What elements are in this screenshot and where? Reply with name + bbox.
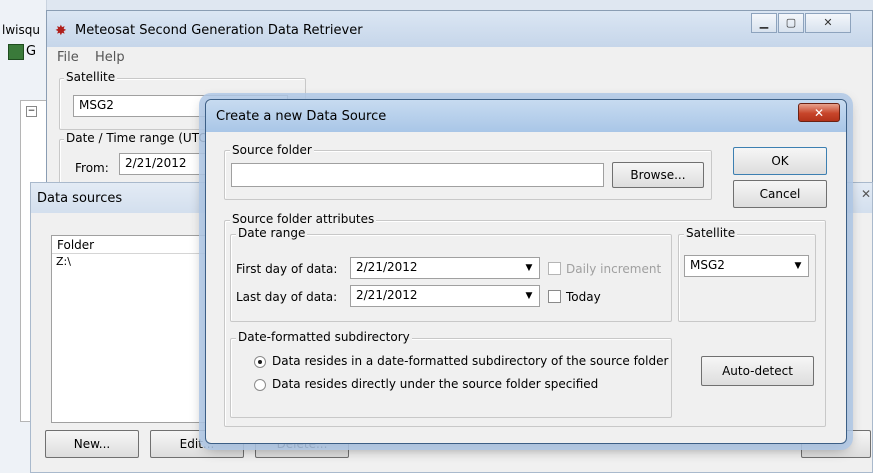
daily-increment-label: Daily increment (566, 262, 662, 276)
subdirectory-group-label: Date-formatted subdirectory (236, 330, 412, 344)
chevron-down-icon[interactable]: ▼ (521, 260, 537, 276)
main-window-title: Meteosat Second Generation Data Retrieve… (75, 23, 363, 38)
dialog-satellite-select[interactable]: MSG2 ▼ (684, 255, 809, 277)
first-day-label: First day of data: (236, 262, 338, 276)
cancel-button[interactable]: Cancel (733, 180, 827, 208)
main-title-bar: ✸ Meteosat Second Generation Data Retrie… (47, 11, 872, 47)
radio-date-subdirectory[interactable] (254, 356, 266, 368)
data-sources-close-icon[interactable]: ✕ (859, 184, 873, 204)
source-folder-input[interactable] (231, 163, 604, 187)
menu-file[interactable]: File (57, 50, 79, 65)
radio-date-subdirectory-label: Data resides in a date-formatted subdire… (272, 354, 669, 368)
satellite-group-label: Satellite (64, 70, 118, 84)
maximize-button[interactable]: ▢ (778, 13, 804, 33)
chevron-down-icon[interactable]: ▼ (790, 258, 806, 274)
collapse-icon[interactable]: − (26, 106, 37, 117)
list-item[interactable]: Z:\ (56, 255, 71, 268)
radio-direct-folder[interactable] (254, 379, 266, 391)
today-checkbox[interactable] (548, 290, 561, 303)
close-button[interactable]: ✕ (805, 13, 851, 33)
dialog-satellite-value: MSG2 (690, 258, 725, 272)
attributes-group-label: Source folder attributes (230, 212, 377, 226)
menu-help[interactable]: Help (95, 50, 125, 65)
datetime-group-label: Date / Time range (UTC) (64, 131, 214, 145)
date-range-group-label: Date range (236, 226, 308, 240)
auto-detect-button[interactable]: Auto-detect (701, 356, 814, 386)
last-day-value: 2/21/2012 (356, 288, 418, 302)
first-day-value: 2/21/2012 (356, 260, 418, 274)
last-day-label: Last day of data: (236, 290, 338, 304)
dialog-close-button[interactable]: ✕ (798, 103, 840, 122)
satellite-app-icon: ✸ (55, 23, 67, 39)
dialog-title: Create a new Data Source (216, 109, 387, 124)
browse-button[interactable]: Browse... (612, 162, 704, 188)
dialog-satellite-group (678, 234, 816, 322)
data-sources-title: Data sources (37, 191, 123, 206)
menu-bar: File Help (47, 48, 872, 68)
new-button[interactable]: New... (45, 430, 139, 458)
chevron-down-icon[interactable]: ▼ (521, 288, 537, 304)
app-icon (8, 44, 24, 60)
daily-increment-checkbox[interactable] (548, 262, 561, 275)
today-label: Today (566, 290, 601, 304)
ok-button[interactable]: OK (733, 147, 827, 175)
background-window-label: G (26, 44, 37, 59)
from-label: From: (75, 161, 109, 175)
minimize-button[interactable]: ▁ (751, 13, 777, 33)
create-data-source-dialog: Create a new Data Source ✕ Source folder… (205, 99, 847, 444)
dialog-satellite-group-label: Satellite (684, 226, 738, 240)
dialog-title-bar: Create a new Data Source ✕ (206, 100, 846, 132)
folder-column-header[interactable]: Folder (57, 238, 94, 252)
radio-direct-folder-label: Data resides directly under the source f… (272, 377, 599, 391)
last-day-select[interactable]: 2/21/2012 ▼ (350, 285, 540, 307)
first-day-select[interactable]: 2/21/2012 ▼ (350, 257, 540, 279)
from-date-field[interactable]: 2/21/2012 (119, 153, 219, 175)
background-window-text: lwisqu (2, 23, 40, 37)
source-folder-group-label: Source folder (230, 143, 314, 157)
